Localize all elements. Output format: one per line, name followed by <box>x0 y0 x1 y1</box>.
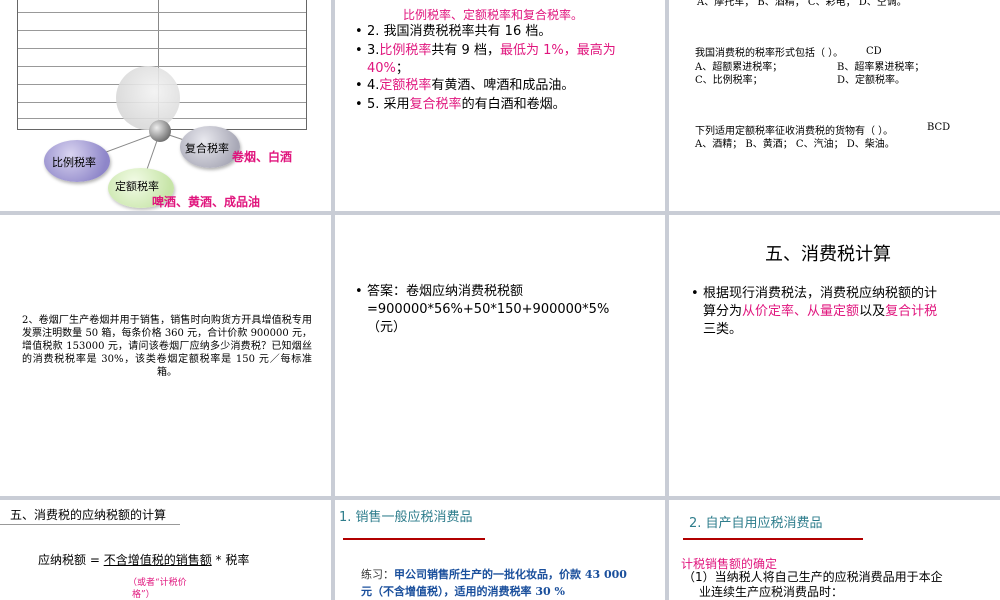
exercise-text: 练习：甲公司销售所生产的一批化妆品，价款 43 000 元（不含增值税），适用的… <box>361 568 627 598</box>
title-underline <box>683 538 863 540</box>
question-2-answer: BCD <box>927 122 951 133</box>
bullet-2: 2. 我国消费税税率共有 16 档。 <box>355 23 551 41</box>
slide-thumbnail-3[interactable]: A、摩托车； B、酒精； C、彩电； D、空调。 我国消费税的税率形式包括（ ）… <box>669 0 1000 211</box>
label-compound-items: 卷烟、白酒 <box>232 150 293 164</box>
label-fixed-items: 啤酒、黄酒、成品油 <box>152 195 261 209</box>
title-underline <box>0 524 180 525</box>
slide-title: 五、消费税计算 <box>765 244 891 265</box>
center-sphere <box>149 120 171 142</box>
partial-options: A、摩托车； B、酒精； C、彩电； D、空调。 <box>697 0 907 8</box>
slide-thumbnail-6[interactable]: 五、消费税计算 根据现行消费税法，消费税应纳税额的计 算分为从价定率、从量定额以… <box>669 215 1000 496</box>
slide-thumbnail-9[interactable]: 2. 自产自用应税消费品 计税销售额的确定 （1）当纳税人将自己生产的应税消费品… <box>669 500 1000 600</box>
bubble-compound-rate: 复合税率 <box>180 126 240 168</box>
slide-title: 1. 销售一般应税消费品 <box>339 510 473 525</box>
slide-thumbnail-1[interactable]: 比例税率 定额税率 复合税率 卷烟、白酒 啤酒、黄酒、成品油 <box>0 0 331 211</box>
bullet-3: 3.比例税率共有 9 档，最低为 1%，最高为 40%； <box>355 42 657 78</box>
section-text: （1）当纳税人将自己生产的应税消费品用于本企 业连续生产应税消费品时： <box>683 570 943 599</box>
bullet-4: 4.定额税率有黄酒、啤酒和成品油。 <box>355 77 574 95</box>
calc-method-text: 根据现行消费税法，消费税应纳税额的计 算分为从价定率、从量定额以及复合计税 三类… <box>691 285 995 339</box>
slide-title: 五、消费税的应纳税额的计算 <box>10 508 167 522</box>
formula-note-2: 格”） <box>132 590 155 600</box>
slide-thumbnail-5[interactable]: 答案：卷烟应纳消费税税额 =900000*56%+50*150+900000*5… <box>335 215 665 496</box>
question-1-answer: CD <box>866 46 882 57</box>
slide-title: 2. 自产自用应税消费品 <box>689 516 823 531</box>
q1-option-c: C、比例税率； <box>695 75 763 86</box>
problem-text: 2、卷烟厂生产卷烟并用于销售，销售时向购货方开具增值税专用发票注明数量 50 箱… <box>22 315 312 378</box>
rate-types-text: 比例税率、定额税率和复合税率。 <box>403 8 584 22</box>
answer-text: 答案：卷烟应纳消费税税额 =900000*56%+50*150+900000*5… <box>355 283 657 337</box>
q2-options: A、酒精； B、黄酒； C、汽油； D、柴油。 <box>695 139 895 150</box>
slide-thumbnail-8[interactable]: 1. 销售一般应税消费品 练习：甲公司销售所生产的一批化妆品，价款 43 000… <box>335 500 665 600</box>
bubble-proportional-rate: 比例税率 <box>44 140 110 182</box>
q1-option-d: D、定额税率。 <box>837 75 906 86</box>
title-underline <box>343 538 485 540</box>
slide-thumbnail-4[interactable]: 2、卷烟厂生产卷烟并用于销售，销售时向购货方开具增值税专用发票注明数量 50 箱… <box>0 215 331 496</box>
partial-top-text <box>355 0 655 2</box>
slide-thumbnail-7[interactable]: 五、消费税的应纳税额的计算 应纳税额 = 不含增值税的销售额 * 税率 （或者“… <box>0 500 331 600</box>
bullet-5: 5. 采用复合税率的有白酒和卷烟。 <box>355 96 566 114</box>
slide-thumbnail-2[interactable]: 比例税率、定额税率和复合税率。 2. 我国消费税税率共有 16 档。 3.比例税… <box>335 0 665 211</box>
question-1: 我国消费税的税率形式包括（ ）。 <box>695 48 844 59</box>
formula: 应纳税额 = 不含增值税的销售额 * 税率 <box>38 553 250 567</box>
